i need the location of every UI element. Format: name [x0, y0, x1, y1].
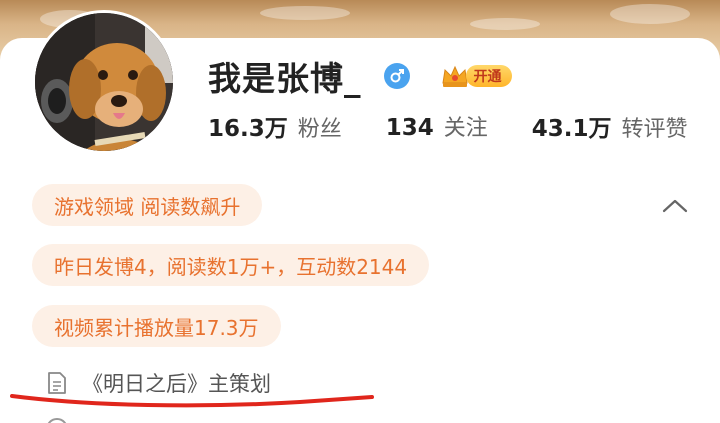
stat-reposts-comments-likes[interactable]: 43.1万 转评赞 [532, 109, 688, 143]
stat-interactions-label: 转评赞 [621, 117, 688, 142]
tag-video-plays-label: 视频累计播放量17.3万 [54, 315, 259, 340]
profile-stats: 16.3万 粉丝 134 关注 43.1万 转评赞 [208, 108, 688, 144]
vip-open-label: 开通 [465, 65, 512, 87]
vip-open-button[interactable]: 开通 [440, 63, 512, 89]
stat-following-count: 134 [385, 115, 434, 141]
stat-following[interactable]: 134 关注 [386, 110, 488, 142]
tag-game-domain-label: 游戏领域 阅读数飙升 [54, 194, 241, 219]
golden-retriever-avatar-icon [35, 13, 173, 151]
bio-row: 《明日之后》主策划 [46, 366, 271, 400]
male-gender-icon [383, 63, 410, 89]
tag-yesterday-stats-label: 昨日发博4，阅读数1万+，互动数2144 [54, 254, 408, 279]
stat-followers-count: 16.3万 [208, 116, 288, 142]
username: 我是张博_ [208, 59, 362, 98]
stat-interactions-count: 43.1万 [531, 116, 612, 142]
tag-video-plays[interactable]: 视频累计播放量17.3万 [32, 305, 281, 347]
document-icon [48, 372, 66, 394]
bio-text: 《明日之后》主策划 [82, 372, 271, 396]
cover-texture [610, 4, 690, 24]
profile-name-row: 我是张博_ 开通 [208, 54, 512, 98]
stat-followers[interactable]: 16.3万 粉丝 [208, 109, 342, 143]
tag-yesterday-stats[interactable]: 昨日发博4，阅读数1万+，互动数2144 [32, 244, 430, 286]
cover-texture [470, 18, 540, 30]
cover-texture [260, 6, 350, 20]
stat-followers-label: 粉丝 [297, 117, 342, 142]
avatar[interactable] [32, 10, 176, 154]
stat-following-label: 关注 [443, 116, 488, 141]
chevron-up-icon[interactable] [660, 194, 690, 218]
tag-game-domain[interactable]: 游戏领域 阅读数飙升 [32, 184, 263, 226]
